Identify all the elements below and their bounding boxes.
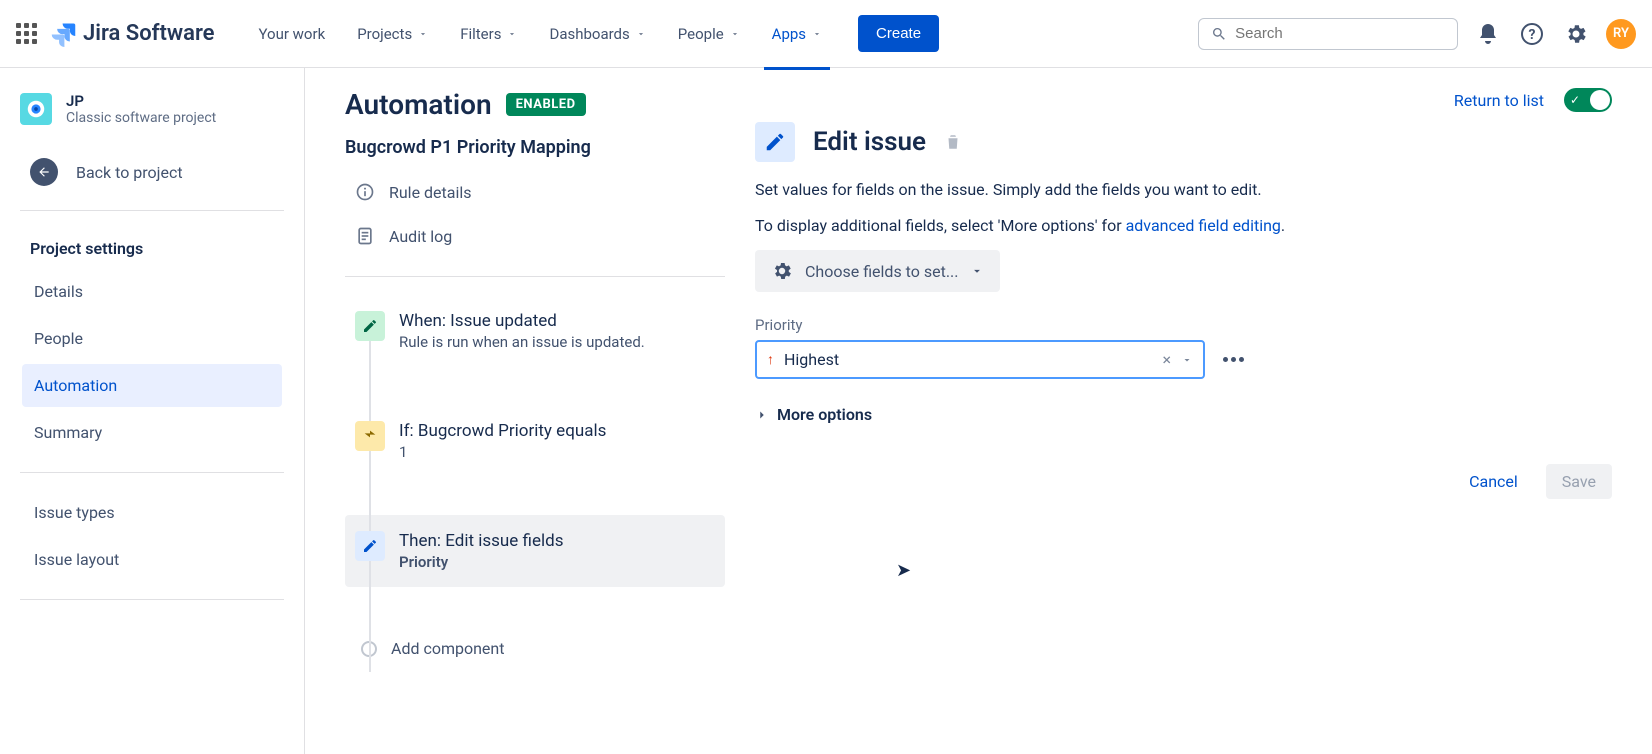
nav-your-work[interactable]: Your work bbox=[245, 17, 340, 51]
priority-label: Priority bbox=[755, 316, 1612, 334]
trigger-icon bbox=[355, 311, 385, 341]
more-options-label: More options bbox=[777, 405, 872, 424]
condition-icon bbox=[355, 421, 385, 451]
step-title: Then: Edit issue fields bbox=[399, 531, 563, 551]
enabled-toggle[interactable]: ✓ bbox=[1564, 88, 1612, 112]
project-key: JP bbox=[66, 92, 216, 110]
search-icon bbox=[1211, 25, 1227, 43]
step-condition[interactable]: If: Bugcrowd Priority equals 1 bbox=[345, 405, 725, 477]
check-icon: ✓ bbox=[1570, 93, 1580, 107]
rule-link-label: Rule details bbox=[389, 183, 472, 202]
back-icon bbox=[30, 158, 58, 186]
save-button: Save bbox=[1546, 464, 1612, 499]
nav-projects[interactable]: Projects bbox=[343, 17, 442, 51]
priority-value: Highest bbox=[784, 350, 839, 369]
project-icon bbox=[20, 93, 52, 125]
info-icon bbox=[355, 182, 375, 202]
chevron-down-icon bbox=[636, 29, 646, 39]
help-icon[interactable]: ? bbox=[1518, 20, 1546, 48]
search-box[interactable] bbox=[1198, 18, 1458, 50]
panel-desc-1: Set values for fields on the issue. Simp… bbox=[755, 178, 1612, 202]
edit-icon bbox=[755, 122, 795, 162]
nav-filters[interactable]: Filters bbox=[446, 17, 531, 51]
sidebar: JP Classic software project Back to proj… bbox=[0, 68, 305, 754]
step-trigger[interactable]: When: Issue updated Rule is run when an … bbox=[345, 295, 725, 367]
status-badge: ENABLED bbox=[506, 93, 586, 116]
return-to-list-link[interactable]: Return to list bbox=[1454, 91, 1544, 110]
cancel-button[interactable]: Cancel bbox=[1455, 464, 1532, 499]
sidebar-item-details[interactable]: Details bbox=[22, 270, 282, 313]
gear-icon bbox=[771, 260, 793, 282]
notifications-icon[interactable] bbox=[1474, 20, 1502, 48]
nav-dashboards[interactable]: Dashboards bbox=[535, 17, 659, 51]
add-component[interactable]: Add component bbox=[345, 625, 725, 672]
nav-label: Apps bbox=[772, 25, 806, 43]
sidebar-item-summary[interactable]: Summary bbox=[22, 411, 282, 454]
sidebar-item-automation[interactable]: Automation bbox=[22, 364, 282, 407]
app-switcher-icon[interactable] bbox=[16, 23, 37, 44]
nav-apps[interactable]: Apps bbox=[758, 17, 836, 51]
action-icon bbox=[355, 531, 385, 561]
rule-details-link[interactable]: Rule details bbox=[345, 170, 725, 214]
advanced-field-editing-link[interactable]: advanced field editing bbox=[1126, 216, 1281, 235]
project-header[interactable]: JP Classic software project bbox=[12, 92, 292, 138]
chevron-down-icon bbox=[970, 264, 984, 278]
choose-fields-label: Choose fields to set... bbox=[805, 262, 958, 281]
chevron-down-icon bbox=[730, 29, 740, 39]
panel-title: Edit issue bbox=[813, 127, 926, 157]
panel-desc-2: To display additional fields, select 'Mo… bbox=[755, 214, 1612, 238]
sidebar-item-issue-types[interactable]: Issue types bbox=[22, 491, 282, 534]
avatar[interactable]: RY bbox=[1606, 19, 1636, 49]
settings-icon[interactable] bbox=[1562, 20, 1590, 48]
nav-label: Dashboards bbox=[549, 25, 629, 43]
sidebar-item-issue-layout[interactable]: Issue layout bbox=[22, 538, 282, 581]
document-icon bbox=[355, 226, 375, 246]
priority-select[interactable]: ↑ Highest × bbox=[755, 340, 1205, 379]
svg-text:?: ? bbox=[1529, 27, 1536, 43]
divider bbox=[20, 472, 284, 473]
create-button[interactable]: Create bbox=[858, 15, 939, 52]
divider bbox=[20, 599, 284, 600]
chevron-down-icon bbox=[507, 29, 517, 39]
product-name: Jira Software bbox=[83, 21, 215, 46]
search-input[interactable] bbox=[1235, 25, 1445, 42]
sidebar-item-people[interactable]: People bbox=[22, 317, 282, 360]
back-to-project[interactable]: Back to project bbox=[20, 138, 284, 211]
step-subtitle: 1 bbox=[399, 443, 606, 461]
nav-label: Filters bbox=[460, 25, 501, 43]
chevron-right-icon bbox=[755, 408, 769, 422]
clear-icon[interactable]: × bbox=[1162, 350, 1171, 369]
jira-icon bbox=[49, 20, 77, 48]
rule-name: Bugcrowd P1 Priority Mapping bbox=[345, 137, 725, 158]
more-actions-icon[interactable] bbox=[1223, 357, 1244, 362]
nav-label: Projects bbox=[357, 25, 412, 43]
audit-log-link[interactable]: Audit log bbox=[345, 214, 725, 258]
page-title: Automation bbox=[345, 88, 492, 121]
step-subtitle: Priority bbox=[399, 553, 563, 571]
nav-label: People bbox=[678, 25, 724, 43]
toggle-knob bbox=[1590, 90, 1610, 110]
sidebar-section-title: Project settings bbox=[22, 231, 282, 266]
project-type: Classic software project bbox=[66, 110, 216, 126]
logo[interactable]: Jira Software bbox=[49, 20, 215, 48]
nav-people[interactable]: People bbox=[664, 17, 754, 51]
chevron-down-icon bbox=[812, 29, 822, 39]
step-subtitle: Rule is run when an issue is updated. bbox=[399, 333, 645, 351]
trash-icon[interactable] bbox=[944, 133, 962, 151]
dropdown-icon[interactable] bbox=[1181, 354, 1193, 366]
choose-fields-button[interactable]: Choose fields to set... bbox=[755, 250, 1000, 292]
divider bbox=[345, 276, 725, 277]
step-action[interactable]: Then: Edit issue fields Priority bbox=[345, 515, 725, 587]
nav-label: Your work bbox=[259, 25, 326, 43]
priority-highest-icon: ↑ bbox=[767, 351, 774, 368]
add-component-label: Add component bbox=[391, 639, 504, 658]
step-title: If: Bugcrowd Priority equals bbox=[399, 421, 606, 441]
back-label: Back to project bbox=[76, 163, 183, 182]
rule-link-label: Audit log bbox=[389, 227, 452, 246]
more-options-toggle[interactable]: More options bbox=[755, 405, 1612, 424]
chevron-down-icon bbox=[418, 29, 428, 39]
step-title: When: Issue updated bbox=[399, 311, 645, 331]
